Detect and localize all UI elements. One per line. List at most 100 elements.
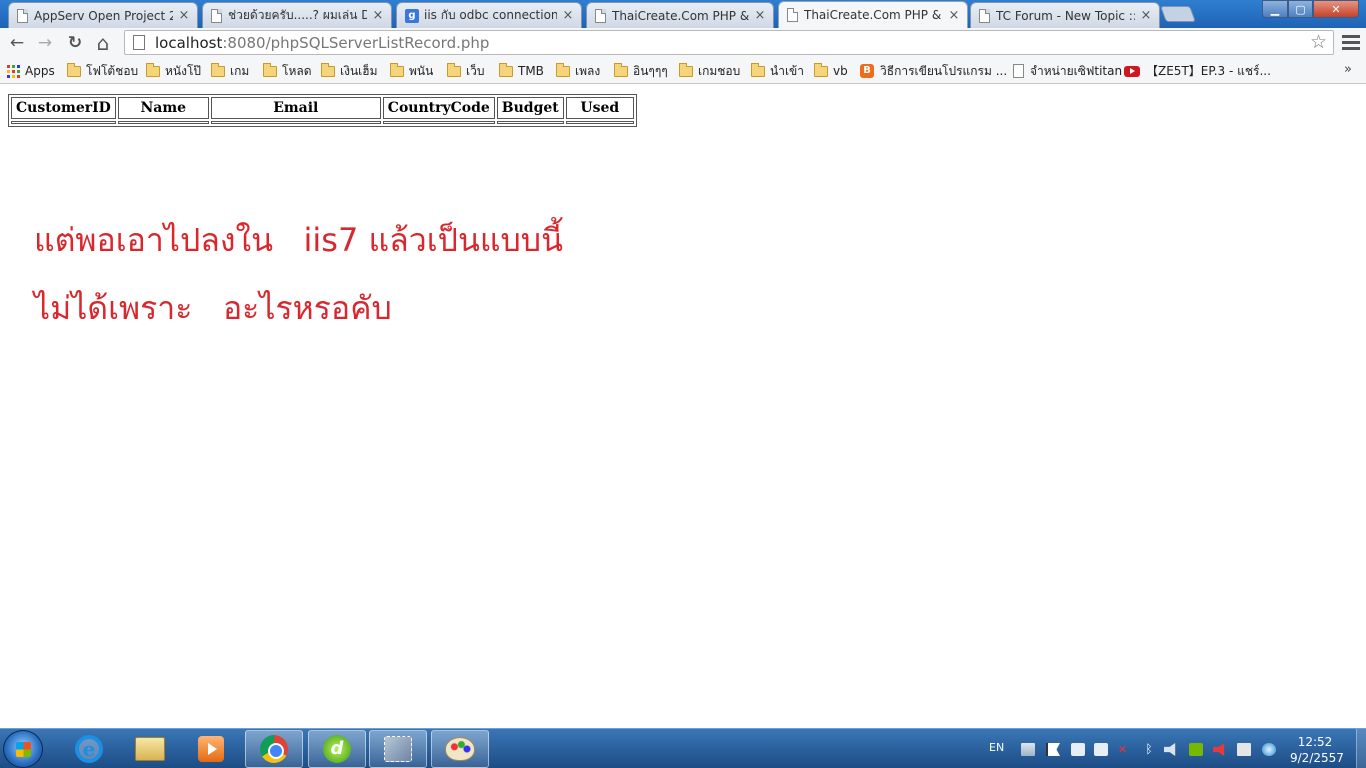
bookmark-label: หนังโป๊ bbox=[165, 63, 202, 78]
bookmark-folder[interactable]: อินๆๆๆ bbox=[614, 62, 668, 79]
bookmark-folder[interactable]: เกม bbox=[211, 62, 249, 79]
bookmark-folder[interactable]: โฟโต้ชอบ bbox=[67, 62, 138, 79]
nvidia-icon[interactable] bbox=[1189, 743, 1203, 756]
bookmarks-bar: Apps โฟโต้ชอบ หนังโป๊ เกม โหลด เงินเฮ็ม … bbox=[0, 58, 1366, 84]
taskbar: e d EN ✕ ᛒ 12:52 9/2/2557 bbox=[0, 728, 1366, 768]
clock-date: 9/2/2557 bbox=[1290, 751, 1344, 765]
tab-thaicreate-active[interactable]: ThaiCreate.Com PHP & S( × bbox=[778, 1, 968, 28]
bookmark-folder[interactable]: หนังโป๊ bbox=[146, 62, 202, 79]
address-bar[interactable]: localhost:8080/phpSQLServerListRecord.ph… bbox=[124, 30, 1334, 55]
show-desktop-button[interactable] bbox=[1356, 729, 1366, 768]
reload-button[interactable]: ↻ bbox=[64, 32, 86, 54]
chrome-icon bbox=[260, 735, 288, 763]
paint-icon bbox=[445, 737, 475, 761]
tab-strip: AppServ Open Project 2.5 × ช่วยด้วยครับ.… bbox=[0, 0, 1366, 28]
taskbar-file-explorer[interactable] bbox=[121, 730, 179, 768]
taskbar-paint[interactable] bbox=[431, 730, 489, 768]
bookmark-label: จำหน่ายเซิฟtitan bbox=[1030, 63, 1123, 78]
start-button[interactable] bbox=[3, 730, 43, 768]
action-center-icon[interactable] bbox=[1046, 743, 1060, 756]
menu-bar-icon bbox=[1342, 41, 1360, 44]
tab-iis-odbc[interactable]: g iis กับ odbc connection - × bbox=[396, 2, 582, 28]
tab-tc-forum[interactable]: TC Forum - New Topic :: × bbox=[970, 2, 1160, 28]
close-icon[interactable]: × bbox=[371, 8, 385, 23]
home-button[interactable]: ⌂ bbox=[92, 32, 114, 54]
tab-label: TC Forum - New Topic :: bbox=[996, 8, 1135, 23]
system-clock[interactable]: 12:52 9/2/2557 bbox=[1290, 734, 1344, 766]
speaker-icon[interactable] bbox=[1164, 743, 1176, 756]
bookmarks-overflow-button[interactable]: » bbox=[1344, 62, 1352, 77]
chrome-menu-button[interactable] bbox=[1342, 32, 1360, 52]
column-header-used: Used bbox=[565, 97, 634, 119]
bookmark-folder[interactable]: นำเข้า bbox=[751, 62, 804, 79]
column-header-budget: Budget bbox=[496, 97, 564, 119]
folder-icon bbox=[321, 62, 335, 77]
bluetooth-icon[interactable]: ᛒ bbox=[1142, 743, 1156, 756]
tab-label: ThaiCreate.Com PHP & S( bbox=[804, 8, 943, 22]
column-header-email: Email bbox=[210, 97, 381, 119]
new-tab-button[interactable] bbox=[1160, 6, 1196, 22]
folder-icon bbox=[67, 62, 81, 77]
safely-remove-icon[interactable] bbox=[1237, 743, 1251, 756]
taskbar-dreamweaver[interactable]: d bbox=[308, 730, 366, 768]
bookmark-label: เว็บ bbox=[466, 63, 485, 78]
bookmark-star-icon[interactable]: ☆ bbox=[1310, 31, 1327, 54]
bookmark-page[interactable]: จำหน่ายเซิฟtitan bbox=[1013, 63, 1122, 79]
media-player-icon bbox=[198, 736, 224, 762]
maximize-button[interactable]: ▢ bbox=[1288, 0, 1313, 18]
folder-icon bbox=[814, 62, 828, 77]
close-icon[interactable]: × bbox=[561, 8, 575, 23]
close-icon[interactable]: × bbox=[177, 8, 191, 23]
page-content: CustomerID Name Email CountryCode Budget… bbox=[0, 85, 1366, 728]
bookmark-blogger[interactable]: B วิธีการเขียนโปรแกรม ... bbox=[860, 63, 1007, 79]
network-users-icon[interactable] bbox=[1021, 743, 1035, 756]
taskbar-tools[interactable] bbox=[369, 730, 427, 768]
close-icon[interactable]: × bbox=[947, 8, 961, 23]
bookmark-label: วิธีการเขียนโปรแกรม ... bbox=[880, 63, 1008, 78]
tab-label: ช่วยด้วยครับ.....? ผมเล่น Dr bbox=[228, 8, 367, 22]
bookmark-folder[interactable]: เงินเฮ็ม bbox=[321, 62, 378, 79]
folder-icon bbox=[499, 62, 513, 77]
tab-thaicreate-1[interactable]: ThaiCreate.Com PHP & S( × bbox=[586, 2, 774, 28]
close-icon[interactable]: × bbox=[753, 8, 767, 23]
bookmark-folder[interactable]: เพลง bbox=[556, 62, 601, 79]
bookmark-label: นำเข้า bbox=[770, 63, 804, 78]
clock-time: 12:52 bbox=[1297, 735, 1333, 749]
page-icon bbox=[595, 8, 606, 23]
bookmark-folder[interactable]: TMB bbox=[499, 62, 544, 79]
volume-muted-icon[interactable] bbox=[1213, 743, 1225, 756]
globe-icon[interactable] bbox=[1262, 743, 1276, 756]
menu-bar-icon bbox=[1342, 35, 1360, 38]
bookmark-folder[interactable]: เว็บ bbox=[447, 62, 485, 79]
language-indicator[interactable]: EN bbox=[989, 741, 1004, 754]
tab-label: iis กับ odbc connection - bbox=[424, 8, 557, 22]
taskbar-internet-explorer[interactable]: e bbox=[60, 730, 118, 768]
bookmark-folder[interactable]: vb bbox=[814, 62, 848, 79]
bookmark-folder[interactable]: โหลด bbox=[263, 62, 312, 79]
page-icon bbox=[979, 8, 990, 23]
address-path: :8080/phpSQLServerListRecord.php bbox=[222, 33, 490, 52]
column-header-name: Name bbox=[117, 97, 209, 119]
minimize-button[interactable]: ▁ bbox=[1262, 0, 1288, 18]
bookmark-youtube[interactable]: 【ZE5T】EP.3 - แชร์... bbox=[1124, 63, 1271, 79]
close-window-button[interactable]: ✕ bbox=[1313, 0, 1359, 18]
tab-help-post[interactable]: ช่วยด้วยครับ.....? ผมเล่น Dr × bbox=[202, 2, 392, 28]
bookmark-label: เพลง bbox=[575, 63, 601, 78]
error-icon[interactable]: ✕ bbox=[1118, 743, 1132, 756]
tab-appserv[interactable]: AppServ Open Project 2.5 × bbox=[8, 2, 198, 28]
bookmark-folder[interactable]: เกมชอบ bbox=[679, 62, 740, 79]
forward-button[interactable]: → bbox=[34, 32, 56, 54]
bookmark-label: พนัน bbox=[409, 63, 434, 78]
back-button[interactable]: ← bbox=[6, 32, 28, 54]
close-icon[interactable]: × bbox=[1139, 8, 1153, 23]
display-icon[interactable] bbox=[1071, 743, 1085, 756]
clipboard-icon[interactable] bbox=[1094, 743, 1108, 756]
address-host: localhost bbox=[155, 33, 223, 52]
taskbar-media-player[interactable] bbox=[182, 730, 240, 768]
bookmark-apps[interactable]: Apps bbox=[7, 63, 55, 79]
page-icon bbox=[211, 8, 222, 23]
bookmark-label: อินๆๆๆ bbox=[633, 63, 668, 78]
folder-icon bbox=[211, 62, 225, 77]
bookmark-folder[interactable]: พนัน bbox=[390, 62, 434, 79]
taskbar-chrome[interactable] bbox=[245, 730, 303, 768]
